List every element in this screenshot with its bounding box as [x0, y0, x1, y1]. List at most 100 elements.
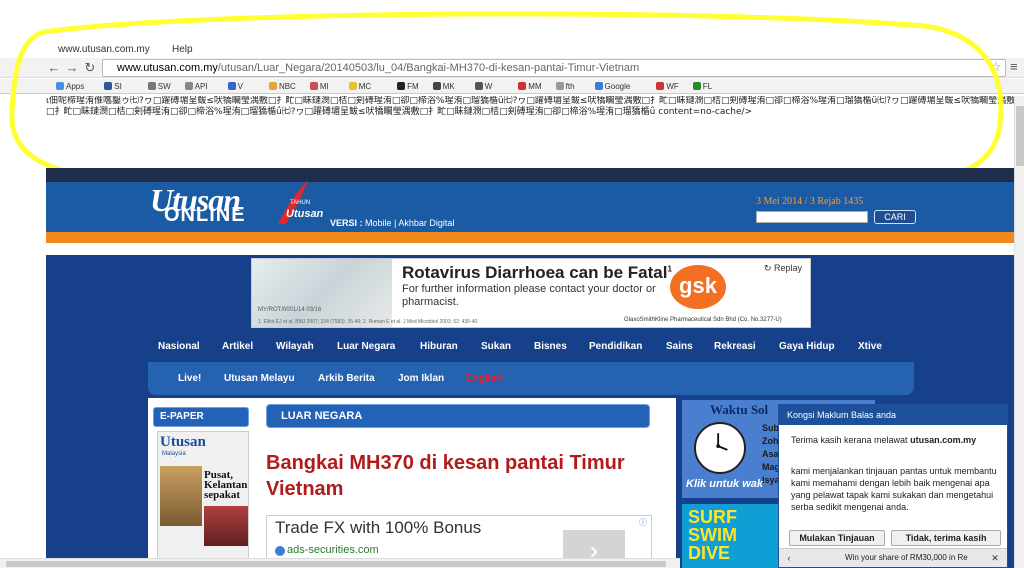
survey-footer-text: Win your share of RM30,000 in Re — [845, 553, 968, 562]
cari-button[interactable]: CARI — [874, 210, 916, 224]
header-date: 3 Mei 2014 / 3 Rejab 1435 — [756, 196, 864, 207]
surf-swim-dive-ad[interactable]: SURF SWIM DIVE — [682, 504, 778, 568]
bookmark-item[interactable]: FM — [397, 79, 419, 93]
url-path: /utusan/Luar_Negara/20140503/lu_04/Bangk… — [217, 62, 640, 74]
bookmark-favicon-icon — [656, 82, 665, 90]
nav-item-bisnes[interactable]: Bisnes — [534, 341, 567, 352]
start-survey-button[interactable]: Mulakan Tinjauan — [789, 530, 885, 546]
survey-header: Kongsi Maklum Balas anda — [779, 405, 1007, 425]
ad-ref-code: MY/ROT/0001/14 03/16 — [258, 307, 322, 313]
subnav-item-english[interactable]: English — [466, 373, 502, 384]
prayer-times-title: Waktu Sol — [710, 402, 769, 417]
nav-item-nasional[interactable]: Nasional — [158, 341, 200, 352]
replay-button[interactable]: ↻ Replay — [764, 263, 802, 274]
url-host: www.utusan.com.my — [117, 62, 218, 74]
tab-url[interactable]: www.utusan.com.my — [58, 44, 150, 55]
bookmark-label: W — [484, 82, 493, 91]
bookmark-item[interactable]: SW — [147, 79, 171, 93]
bookmarks-bar: Apps SI SW API V NBC MI MC FM MK W MM fth Google WF FL — [0, 79, 1024, 94]
versi-options[interactable]: Mobile | Akhbar Digital — [365, 218, 454, 228]
nav-item-artikel[interactable]: Artikel — [222, 341, 253, 352]
bookmark-label: FL — [702, 82, 713, 91]
ad-subtitle: For further information please contact y… — [402, 283, 656, 308]
nav-item-rekreasi[interactable]: Rekreasi — [714, 341, 756, 352]
bookmark-label: NBC — [278, 82, 296, 91]
ad-url-icon — [275, 546, 285, 556]
bookmark-item[interactable]: fth — [555, 79, 575, 93]
nav-item-pendidikan[interactable]: Pendidikan — [589, 341, 642, 352]
primary-nav: Nasional Artikel Wilayah Luar Negara Hiburan… — [140, 341, 900, 357]
rotavirus-ad-banner[interactable]: MY/ROT/0001/14 03/16 1. Elliot EJ et al.… — [251, 258, 811, 328]
survey-thanks: Terima kasih kerana melawat utusan.com.m… — [791, 435, 977, 445]
bookmark-favicon-icon — [474, 82, 483, 90]
bookmark-item[interactable]: SI — [104, 79, 122, 93]
epaper-cover[interactable]: Utusan Malaysia Pusat, Kelantan sepakat — [157, 431, 249, 568]
site-header: Utusan ONLINE TAHUN Utusan VERSI : Mobil… — [46, 180, 1016, 232]
bookmark-item[interactable]: MM — [518, 79, 542, 93]
site-top-strip — [46, 168, 1016, 182]
vertical-scroll-thumb[interactable] — [1016, 106, 1024, 166]
versi-links[interactable]: VERSI : Mobile | Akhbar Digital — [330, 218, 454, 228]
nav-item-wilayah[interactable]: Wilayah — [276, 341, 314, 352]
bookmark-favicon-icon — [348, 82, 357, 90]
close-icon[interactable]: ✕ — [989, 552, 1001, 564]
bookmark-item[interactable]: Google — [594, 79, 630, 93]
surf-text: SURF SWIM DIVE — [688, 507, 737, 563]
gsk-logo: gsk — [670, 265, 726, 309]
bookmark-label: MK — [442, 82, 455, 91]
logo-online[interactable]: ONLINE — [164, 204, 246, 227]
bookmark-item[interactable]: V — [227, 79, 243, 93]
versi-label: VERSI : — [330, 218, 363, 228]
bookmark-item[interactable]: API — [184, 79, 208, 93]
vertical-scrollbar[interactable] — [1014, 96, 1024, 568]
tradefx-url[interactable]: ads-securities.com — [287, 544, 379, 556]
bookmark-item[interactable]: WF — [656, 79, 679, 93]
nav-item-sains[interactable]: Sains — [666, 341, 693, 352]
horizontal-scrollbar[interactable] — [0, 558, 680, 568]
ad-citation: 1. Elliot EJ et al. BMJ 2007; 334 (7583)… — [258, 319, 479, 325]
address-bar[interactable]: www.utusan.com.my/utusan/Luar_Negara/201… — [102, 59, 1006, 77]
subnav-item-live-[interactable]: Live! — [178, 373, 201, 384]
white-divider — [46, 243, 1016, 255]
nav-item-gaya-hidup[interactable]: Gaya Hidup — [779, 341, 835, 352]
bookmark-star-icon[interactable]: ☆ — [990, 59, 1002, 75]
bookmark-item[interactable]: MK — [432, 79, 455, 93]
tab-help[interactable]: Help — [172, 44, 193, 55]
bookmark-item[interactable]: FL — [692, 79, 713, 93]
epaper-header[interactable]: E-PAPER — [153, 407, 249, 427]
nav-item-luar-negara[interactable]: Luar Negara — [337, 341, 395, 352]
bookmark-item[interactable]: Apps — [56, 79, 85, 93]
search-input[interactable] — [756, 211, 868, 223]
nav-item-sukan[interactable]: Sukan — [481, 341, 511, 352]
bookmark-item[interactable]: NBC — [268, 79, 296, 93]
reload-icon[interactable]: ↻ — [82, 60, 98, 76]
bookmark-favicon-icon — [692, 82, 701, 90]
bookmark-label: Apps — [66, 82, 85, 91]
back-arrow-icon[interactable]: ← — [46, 60, 62, 76]
bookmark-favicon-icon — [56, 82, 64, 90]
decline-survey-button[interactable]: Tidak, terima kasih — [891, 530, 1001, 546]
prayer-times-link[interactable]: Klik untuk wak — [686, 478, 763, 490]
bookmark-favicon-icon — [432, 82, 441, 90]
subnav-item-utusan-melayu[interactable]: Utusan Melayu — [224, 373, 295, 384]
epaper-photo — [160, 466, 202, 526]
nav-item-xtive[interactable]: Xtive — [858, 341, 882, 352]
nav-item-hiburan[interactable]: Hiburan — [420, 341, 458, 352]
bookmark-label: FM — [407, 82, 419, 91]
menu-icon[interactable]: ≡ — [1010, 59, 1018, 74]
bookmark-label: MM — [528, 82, 542, 91]
bookmark-item[interactable]: MC — [348, 79, 372, 93]
forward-arrow-icon[interactable]: → — [64, 60, 80, 76]
horizontal-scroll-thumb[interactable] — [6, 561, 666, 567]
bookmark-item[interactable]: W — [474, 79, 493, 93]
bookmark-label: MC — [358, 82, 372, 91]
prev-icon[interactable]: ‹ — [783, 552, 795, 564]
subnav-item-arkib-berita[interactable]: Arkib Berita — [318, 373, 375, 384]
browser-tabstrip: www.utusan.com.my Help — [0, 0, 1024, 56]
bookmark-favicon-icon — [147, 82, 156, 90]
bookmark-item[interactable]: MI — [309, 79, 329, 93]
subnav-item-jom-iklan[interactable]: Jom Iklan — [398, 373, 444, 384]
clock-icon — [694, 422, 746, 474]
adchoices-icon[interactable]: ⓘ — [639, 517, 647, 528]
bookmark-label: SI — [114, 82, 122, 91]
